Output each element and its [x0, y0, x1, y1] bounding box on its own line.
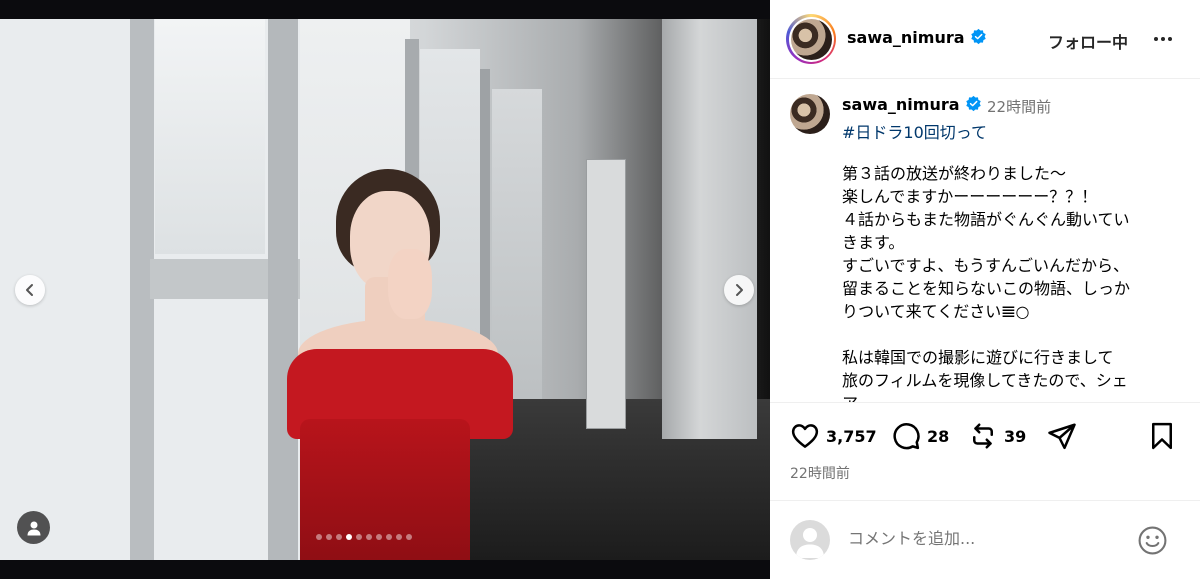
wall-vent: [586, 159, 626, 429]
post-media: [0, 0, 770, 579]
like-count[interactable]: 3,757: [826, 427, 877, 446]
comment-input[interactable]: [848, 529, 1108, 548]
caption-line: 楽しんでますかーーーーーー？？！: [842, 187, 1098, 206]
previous-slide-button[interactable]: [15, 275, 45, 305]
heart-icon: [791, 424, 819, 448]
header-username[interactable]: sawa_nimura: [847, 28, 987, 47]
avatar-story-ring[interactable]: [786, 14, 836, 64]
caption-timestamp: 22時間前: [987, 98, 1052, 116]
post-side-panel: sawa_nimura フォロー中 sawa_nimura 22時間前 #日ドラ…: [770, 0, 1200, 579]
caption-line: りついて来てください𝌆○: [842, 302, 1030, 321]
avatar: [790, 520, 830, 560]
caption-area: sawa_nimura 22時間前 #日ドラ10回切って 第３話の放送が終わりま…: [770, 80, 1200, 403]
user-tag-icon: [27, 521, 40, 535]
default-avatar-icon: [796, 528, 824, 558]
carousel-dot: [316, 534, 322, 540]
verified-badge-icon: [965, 95, 981, 112]
carousel-dot: [336, 534, 342, 540]
verified-badge-icon: [970, 28, 986, 45]
comment-icon: [893, 423, 920, 450]
tagged-users-button[interactable]: [17, 511, 50, 544]
hand: [388, 249, 432, 319]
window-frame: [268, 19, 298, 560]
avatar[interactable]: [790, 94, 830, 134]
action-bar: 3,757 28 39: [770, 421, 1200, 457]
next-slide-button[interactable]: [724, 275, 754, 305]
carousel-dot: [406, 534, 412, 540]
avatar: [790, 18, 832, 60]
post-photo[interactable]: [0, 19, 770, 560]
repost-icon: [973, 423, 993, 449]
comment-button[interactable]: 28: [891, 421, 949, 451]
caption-line: 旅のフィルムを現像してきたので、シェ: [842, 371, 1128, 390]
repost-count[interactable]: 39: [1004, 427, 1026, 446]
caption-line: 私は韓国での撮影に遊びに行きまして: [842, 348, 1114, 367]
caption-line: [842, 323, 1172, 346]
username-text[interactable]: sawa_nimura: [847, 28, 965, 47]
more-dots-icon[interactable]: [1150, 27, 1176, 51]
following-button[interactable]: フォロー中: [1048, 29, 1128, 53]
comment-composer: [770, 500, 1200, 579]
caption-username[interactable]: sawa_nimura: [842, 95, 982, 114]
caption-line: 第３話の放送が終わりました〜: [842, 164, 1067, 183]
carousel-dot: [366, 534, 372, 540]
window-glass: [155, 19, 265, 254]
paper-plane-icon: [1048, 423, 1076, 450]
chevron-right-icon: [736, 284, 743, 296]
share-button[interactable]: [1047, 421, 1077, 451]
carousel-dot: [326, 534, 332, 540]
caption-line: ４話からもまた物語がぐんぐん動いてい: [842, 210, 1130, 229]
hashtag-link[interactable]: #日ドラ10回切って: [842, 119, 987, 143]
bookmark-icon: [1152, 422, 1172, 450]
comment-count[interactable]: 28: [927, 427, 949, 446]
carousel-dot: [356, 534, 362, 540]
username-text[interactable]: sawa_nimura: [842, 95, 960, 114]
chevron-left-icon: [26, 284, 33, 296]
post-header: sawa_nimura フォロー中: [770, 0, 1200, 79]
carousel-indicator: [316, 534, 412, 540]
caption-line: 留まることを知らないこの物語、しっか: [842, 279, 1131, 298]
save-button[interactable]: [1147, 421, 1177, 451]
repost-button[interactable]: 39: [968, 421, 1026, 451]
carousel-dot: [346, 534, 352, 540]
emoji-icon[interactable]: [1137, 525, 1168, 556]
carousel-dot: [396, 534, 402, 540]
caption-line: ア。: [842, 392, 1172, 402]
pillar: [662, 19, 757, 439]
caption-line: きます。: [842, 233, 905, 252]
post-timestamp[interactable]: 22時間前: [790, 463, 850, 483]
caption-line: すごいですよ、もうすんごいんだから、: [842, 256, 1130, 275]
like-button[interactable]: 3,757: [790, 421, 877, 451]
carousel-dot: [376, 534, 382, 540]
carousel-dot: [386, 534, 392, 540]
caption-text: 第３話の放送が終わりました〜楽しんでますかーーーーーー？？！ ４話からもまた物語が…: [842, 162, 1172, 402]
